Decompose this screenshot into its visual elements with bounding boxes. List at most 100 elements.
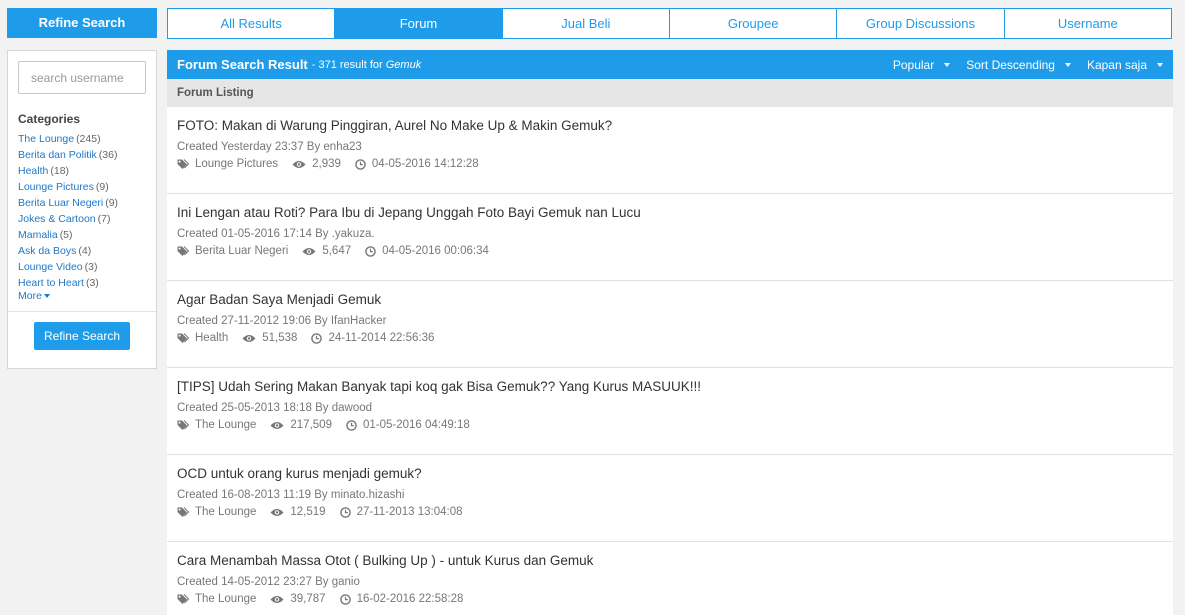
- more-label: More: [18, 290, 42, 302]
- sidebar: Refine Search Categories The Lounge(245)…: [7, 8, 157, 369]
- thread-views-group: 51,538: [242, 331, 297, 345]
- category-name[interactable]: The Lounge: [18, 133, 74, 145]
- thread-views-group: 2,939: [292, 157, 341, 171]
- thread-category[interactable]: Lounge Pictures: [195, 157, 278, 171]
- thread-category-group[interactable]: The Lounge: [177, 418, 256, 432]
- sort-label: Kapan saja: [1086, 57, 1147, 72]
- thread-last-post-group: 16-02-2016 22:58:28: [339, 592, 464, 606]
- thread-last-post-group: 24-11-2014 22:56:36: [311, 331, 434, 345]
- thread-meta: Berita Luar Negeri 5,647 04-05-2016 00:0…: [177, 244, 1163, 258]
- category-count: (9): [105, 197, 119, 209]
- category-count: (9): [95, 181, 109, 193]
- category-name[interactable]: Jokes & Cartoon: [18, 213, 96, 225]
- thread-title[interactable]: Ini Lengan atau Roti? Para Ibu di Jepang…: [177, 205, 1163, 221]
- thread-views: 5,647: [322, 245, 352, 257]
- thread-category-group[interactable]: Health: [177, 331, 228, 345]
- category-item[interactable]: Lounge Pictures (9): [18, 179, 118, 195]
- result-title: Forum Search Result: [177, 57, 308, 72]
- main-content: Forum Search Result - 371 result for Gem…: [167, 50, 1173, 615]
- clock-icon: [346, 419, 357, 431]
- category-item[interactable]: Health (18): [18, 163, 118, 179]
- thread-last-post-group: 01-05-2016 04:49:18: [346, 418, 470, 432]
- caret-down-icon: [1157, 62, 1163, 67]
- search-username-input[interactable]: [18, 61, 146, 94]
- tag-icon: [177, 158, 189, 169]
- thread-category[interactable]: Berita Luar Negeri: [195, 244, 288, 258]
- thread-title[interactable]: OCD untuk orang kurus menjadi gemuk?: [177, 466, 1163, 482]
- caret-down-icon: [944, 62, 951, 67]
- search-tabs: All Results Forum Jual Beli Groupee Grou…: [167, 8, 1172, 39]
- thread-last-post: 16-02-2016 22:58:28: [356, 593, 464, 605]
- category-name[interactable]: Berita dan Politik: [18, 149, 97, 161]
- thread-title[interactable]: [TIPS] Udah Sering Makan Banyak tapi koq…: [177, 379, 1163, 395]
- thread-title[interactable]: Agar Badan Saya Menjadi Gemuk: [177, 292, 1163, 308]
- eye-icon: [270, 421, 284, 429]
- thread-meta: Lounge Pictures 2,939 04-05-2016 14:12:2…: [177, 157, 1163, 171]
- thread-views: 217,509: [290, 419, 332, 431]
- tab-username[interactable]: Username: [1005, 9, 1171, 38]
- clock-icon: [311, 332, 323, 344]
- thread-views-group: 5,647: [302, 244, 351, 258]
- thread-category-group[interactable]: The Lounge: [177, 592, 256, 606]
- tab-forum[interactable]: Forum: [335, 9, 503, 38]
- thread-category-group[interactable]: Lounge Pictures: [177, 157, 278, 171]
- thread-created: Created 01-05-2016 17:14 By .yakuza.: [177, 228, 375, 240]
- thread-last-post-group: 04-05-2016 14:12:28: [355, 157, 479, 171]
- thread-views-group: 217,509: [270, 418, 332, 432]
- tab-groupee[interactable]: Groupee: [670, 9, 838, 38]
- thread-list: FOTO: Makan di Warung Pinggiran, Aurel N…: [167, 107, 1173, 615]
- sort-order-dropdown[interactable]: Sort Descending: [966, 58, 1071, 72]
- thread-meta: The Lounge 12,519 27-11-2013 13:04:08: [177, 505, 1163, 519]
- thread-views-group: 39,787: [270, 592, 326, 606]
- thread-meta: Health 51,538 24-11-2014 22:56:36: [177, 331, 1163, 345]
- tab-all-results[interactable]: All Results: [168, 9, 336, 38]
- thread-views: 2,939: [312, 158, 341, 170]
- thread-created: Created 14-05-2012 23:27 By ganio: [177, 576, 360, 588]
- thread-item: OCD untuk orang kurus menjadi gemuk? Cre…: [167, 455, 1173, 542]
- thread-title[interactable]: FOTO: Makan di Warung Pinggiran, Aurel N…: [177, 118, 1163, 134]
- category-name[interactable]: Mamalia: [18, 229, 58, 241]
- thread-title[interactable]: Cara Menambah Massa Otot ( Bulking Up ) …: [177, 553, 1163, 569]
- refine-search-header: Refine Search: [7, 8, 157, 38]
- category-name[interactable]: Berita Luar Negeri: [18, 197, 103, 209]
- thread-category[interactable]: Health: [195, 331, 228, 345]
- category-name[interactable]: Lounge Pictures: [18, 181, 94, 193]
- category-item[interactable]: Heart to Heart (3): [18, 275, 118, 291]
- thread-category[interactable]: The Lounge: [195, 418, 256, 432]
- category-item[interactable]: Berita dan Politik (36): [18, 147, 118, 163]
- tab-jual-beli[interactable]: Jual Beli: [503, 9, 670, 38]
- sort-popular-dropdown[interactable]: Popular: [893, 58, 951, 72]
- result-count: - 371 result for Gemuk: [312, 59, 421, 71]
- caret-down-icon: [1064, 62, 1071, 67]
- category-item[interactable]: Ask da Boys (4): [18, 243, 118, 259]
- thread-category[interactable]: The Lounge: [195, 592, 256, 606]
- tag-icon: [177, 332, 189, 343]
- category-name[interactable]: Heart to Heart: [18, 277, 84, 289]
- category-count: (3): [84, 261, 98, 273]
- category-name[interactable]: Ask da Boys: [18, 245, 76, 257]
- category-name[interactable]: Lounge Video: [18, 261, 83, 273]
- tab-group-discussions[interactable]: Group Discussions: [837, 9, 1005, 38]
- more-categories-link[interactable]: More: [18, 290, 50, 302]
- thread-category-group[interactable]: The Lounge: [177, 505, 256, 519]
- category-name[interactable]: Health: [18, 165, 48, 177]
- eye-icon: [242, 334, 256, 342]
- clock-icon: [339, 593, 351, 605]
- thread-category[interactable]: The Lounge: [195, 505, 256, 519]
- category-item[interactable]: Mamalia (5): [18, 227, 118, 243]
- clock-icon: [365, 245, 376, 257]
- time-filter-dropdown[interactable]: Kapan saja: [1087, 58, 1163, 72]
- thread-last-post: 01-05-2016 04:49:18: [362, 419, 470, 431]
- thread-category-group[interactable]: Berita Luar Negeri: [177, 244, 288, 258]
- category-item[interactable]: Jokes & Cartoon (7): [18, 211, 118, 227]
- category-list: The Lounge (245) Berita dan Politik (36) H…: [18, 131, 118, 291]
- eye-icon: [292, 160, 306, 168]
- category-count: (36): [98, 149, 118, 161]
- refine-search-button[interactable]: Refine Search: [34, 322, 130, 350]
- category-item[interactable]: Lounge Video (3): [18, 259, 118, 275]
- clock-icon: [339, 506, 351, 518]
- category-item[interactable]: Berita Luar Negeri (9): [18, 195, 118, 211]
- thread-views: 51,538: [262, 332, 298, 344]
- category-item[interactable]: The Lounge (245): [18, 131, 118, 147]
- thread-last-post-group: 04-05-2016 00:06:34: [365, 244, 489, 258]
